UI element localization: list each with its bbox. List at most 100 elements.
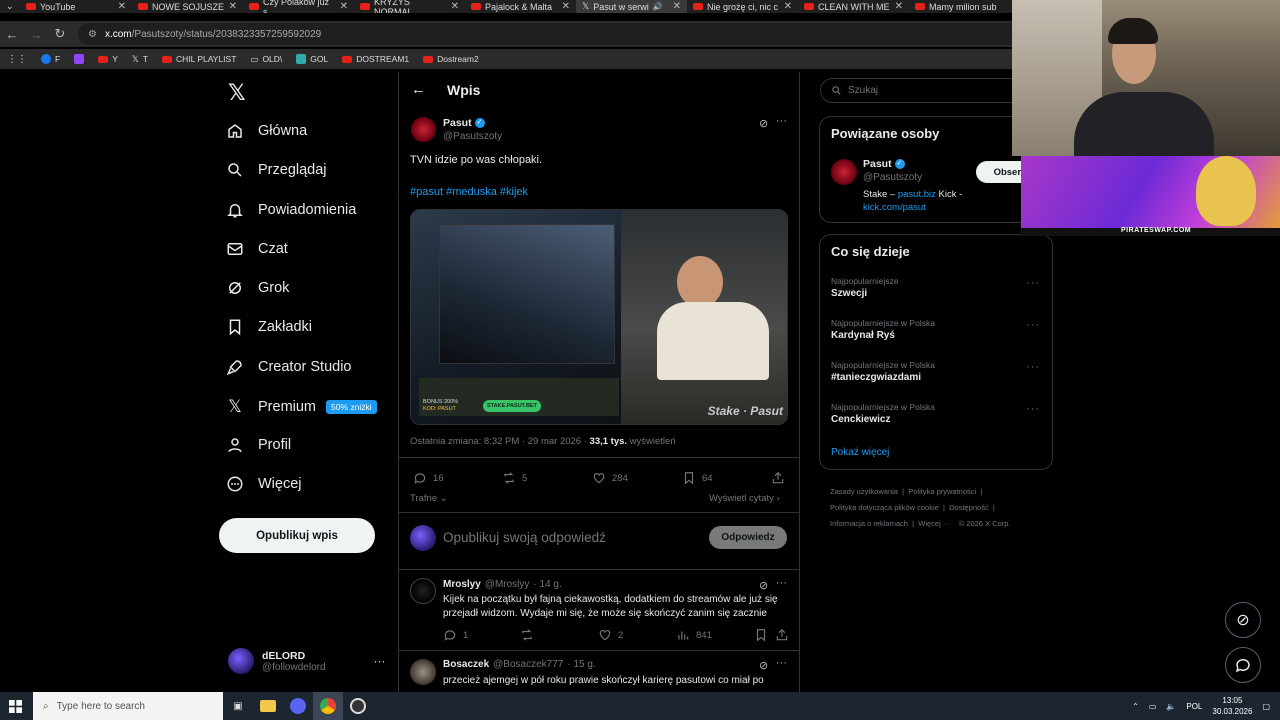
related-name[interactable]: Pasut (863, 158, 892, 170)
url-field[interactable]: ⚙ x.com/Pasutszoty/status/20383233572595… (78, 23, 1058, 45)
browser-tab[interactable]: CLEAN WITH ME ✕ (798, 0, 909, 13)
author-name[interactable]: Pasut (443, 117, 472, 129)
share-action[interactable] (775, 628, 789, 642)
close-icon[interactable]: ✕ (451, 1, 459, 12)
bookmark-folder[interactable]: ▭ OLD\ (243, 54, 289, 65)
reply-button[interactable]: Odpowiedz (709, 526, 787, 549)
more-dots-icon[interactable]: ··· (776, 115, 787, 127)
footer-link[interactable]: Zasady użytkowania (830, 487, 898, 496)
discord-icon[interactable] (283, 692, 313, 720)
chrome-icon[interactable] (313, 692, 343, 720)
footer-link[interactable]: Polityka dotycząca plików cookie (830, 503, 939, 512)
like-action[interactable]: 2 (598, 628, 623, 642)
x-logo-icon[interactable]: 𝕏 (228, 80, 246, 106)
nav-item-profile[interactable]: Profil (226, 436, 291, 454)
views-action[interactable]: 841 (676, 628, 712, 642)
more-dots-icon[interactable]: ··· (776, 577, 787, 589)
like-action[interactable]: 284 (592, 471, 628, 485)
trend-item[interactable]: Najpopularniejsze w Polska Cenckiewicz (831, 402, 935, 425)
apps-grid-icon[interactable]: ⋮⋮ (0, 54, 34, 65)
more-dots-icon[interactable]: ··· (1026, 319, 1040, 331)
bookmark-action[interactable]: 64 (682, 471, 713, 485)
bookmark-item[interactable]: GOL (289, 54, 335, 64)
trend-item[interactable]: Najpopularniejsze w Polska Kardynał Ryś (831, 318, 935, 341)
task-view-icon[interactable]: ▣ (223, 692, 253, 720)
back-arrow-icon[interactable]: ← (411, 81, 426, 98)
browser-tab[interactable]: KRYZYS NORMAL ✕ (354, 0, 465, 13)
browser-tab[interactable]: YouTube ✕ (20, 0, 132, 13)
nav-item-home[interactable]: Główna (226, 122, 307, 140)
sort-dropdown[interactable]: Trafne ⌄ (410, 493, 448, 504)
show-more-link[interactable]: Pokaż więcej (831, 447, 889, 458)
post-hashtags[interactable]: #pasut #meduska #kijek (410, 186, 528, 198)
close-icon[interactable]: ✕ (784, 1, 792, 12)
repost-action[interactable]: 5 (502, 471, 527, 485)
reply-action[interactable]: 16 (413, 471, 444, 485)
nav-item-bookmarks[interactable]: Zakładki (226, 318, 312, 336)
nav-item-grok[interactable]: Grok (226, 279, 289, 297)
reply-author-handle[interactable]: @Mroslyy (485, 579, 530, 590)
nav-item-chat[interactable]: Czat (226, 240, 288, 258)
footer-link[interactable]: Informacja o reklamach (830, 519, 908, 528)
bookmark-item[interactable]: CHIL PLAYLIST (155, 54, 243, 64)
related-handle[interactable]: @Pasutszoty (863, 172, 922, 183)
more-dots-icon[interactable]: ··· (776, 657, 787, 669)
bio-link[interactable]: kick.com/pasut (863, 202, 926, 213)
bio-link[interactable]: pasut.biz (898, 189, 936, 200)
more-dots-icon[interactable]: ··· (1026, 403, 1040, 415)
more-dots-icon[interactable]: ··· (1026, 361, 1040, 373)
footer-link[interactable]: Dostępność (949, 503, 989, 512)
close-icon[interactable]: ✕ (895, 1, 903, 12)
grok-float-button[interactable]: ⊘ (1225, 602, 1261, 638)
taskbar-search[interactable]: ⌕ Type here to search (33, 692, 223, 720)
browser-tab[interactable]: Nie grożę ci, nic c ✕ (687, 0, 798, 13)
nav-item-explore[interactable]: Przeglądaj (226, 161, 327, 179)
view-quotes-link[interactable]: Wyświetl cytaty › (709, 493, 780, 504)
close-icon[interactable]: ✕ (118, 1, 126, 12)
author-handle[interactable]: @Pasutszoty (443, 131, 502, 142)
close-icon[interactable]: ✕ (340, 1, 348, 12)
trend-item[interactable]: Najpopularniejsze Szwecji (831, 276, 899, 299)
reply-author-handle[interactable]: @Bosaczek777 (493, 659, 563, 670)
back-icon[interactable]: ← (0, 27, 24, 42)
volume-icon[interactable]: 🔈 (1166, 702, 1176, 711)
browser-tab[interactable]: Mamy milion sub (909, 0, 1020, 13)
bookmark-item[interactable]: DOSTREAM1 (335, 54, 416, 64)
file-explorer-icon[interactable] (253, 692, 283, 720)
close-icon[interactable]: ✕ (562, 1, 570, 12)
chat-float-button[interactable] (1225, 647, 1261, 683)
reply-author-name[interactable]: Bosaczek (443, 659, 489, 670)
language-indicator[interactable]: POL (1186, 702, 1202, 711)
reply-input[interactable]: Opublikuj swoją odpowiedź (443, 530, 606, 545)
reload-icon[interactable]: ↻ (48, 26, 72, 42)
reply-avatar[interactable] (410, 659, 436, 685)
close-icon[interactable]: ✕ (229, 1, 237, 12)
browser-tab[interactable]: Pajalock & Malta ✕ (465, 0, 576, 13)
forward-icon[interactable]: → (24, 27, 48, 42)
repost-action[interactable] (520, 628, 540, 642)
nav-item-premium[interactable]: 𝕏 Premium 50% zniżki (226, 397, 377, 417)
nav-item-creator-studio[interactable]: Creator Studio (226, 358, 352, 376)
bookmark-item[interactable]: Dostream2 (416, 54, 486, 64)
bookmark-item[interactable]: 𝕏T (125, 54, 155, 65)
browser-tab[interactable]: Czy Polaków już s ✕ (243, 0, 354, 13)
grok-icon[interactable]: ⊘ (759, 117, 768, 130)
bookmark-item[interactable]: F (34, 54, 67, 64)
browser-tab-active[interactable]: 𝕏 Pasut w serwi 🔊 ✕ (576, 0, 687, 13)
more-dots-icon[interactable]: ··· (1026, 277, 1040, 289)
site-info-icon[interactable]: ⚙ (88, 29, 97, 40)
close-icon[interactable]: ✕ (673, 1, 681, 12)
trend-item[interactable]: Najpopularniejsze w Polska #tanieczgwiazd… (831, 360, 935, 383)
windows-start-icon[interactable] (0, 692, 30, 720)
nav-item-notifications[interactable]: Powiadomienia (226, 201, 356, 219)
grok-icon[interactable]: ⊘ (759, 659, 768, 672)
share-action[interactable] (771, 471, 785, 485)
more-dots-icon[interactable]: ··· (374, 654, 386, 668)
network-icon[interactable]: ▭ (1149, 702, 1157, 711)
bookmark-item[interactable] (67, 54, 91, 64)
avatar[interactable] (831, 159, 857, 185)
clock[interactable]: 13:05 30.03.2026 (1212, 695, 1252, 717)
reply-avatar[interactable] (410, 578, 436, 604)
bookmark-item[interactable]: Y (91, 54, 125, 64)
browser-tab[interactable]: NOWE SOJUSZE ✕ (132, 0, 243, 13)
